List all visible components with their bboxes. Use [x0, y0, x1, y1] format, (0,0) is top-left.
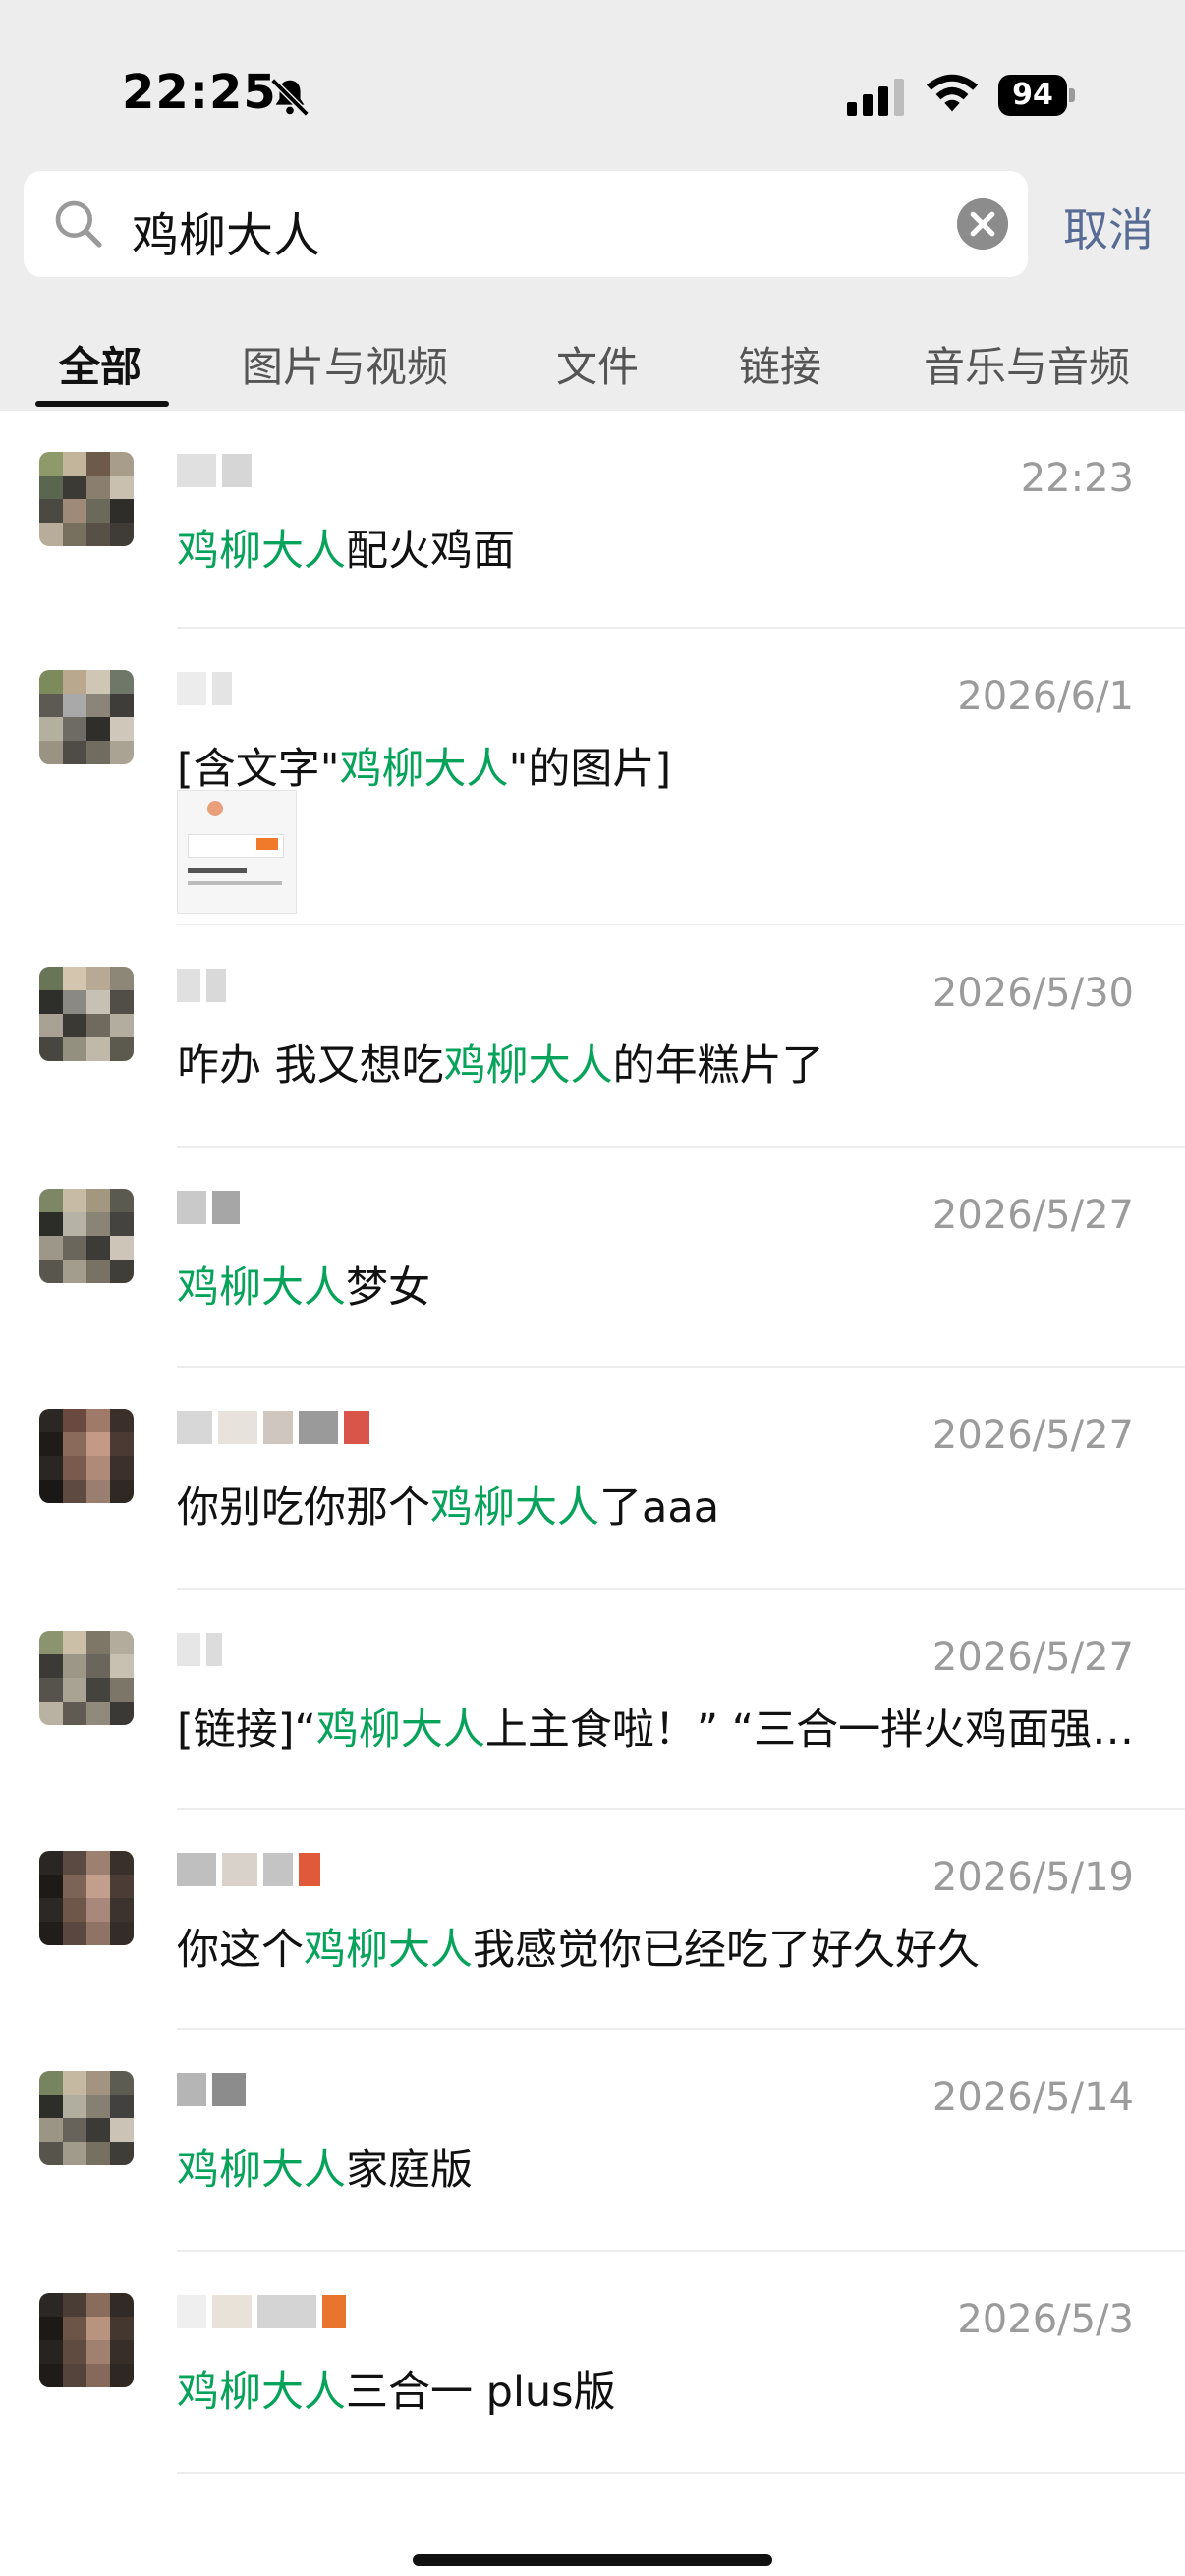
- message-text-before: [链接]“: [177, 1706, 316, 1755]
- list-item[interactable]: 2026/5/27 鸡柳大人梦女: [0, 1148, 1185, 1368]
- message-timestamp: 2026/5/14: [931, 2075, 1134, 2120]
- list-item[interactable]: 2026/5/27 [链接]“鸡柳大人上主食啦！” “三合一拌火鸡面强…: [0, 1590, 1185, 1810]
- message-timestamp: 22:23: [1020, 456, 1134, 501]
- avatar[interactable]: [39, 1409, 134, 1503]
- message-keyword-highlight: 鸡柳大人: [177, 1263, 346, 1313]
- message-keyword-highlight: 鸡柳大人: [304, 1926, 473, 1975]
- list-item[interactable]: 2026/5/14 鸡柳大人家庭版: [0, 2030, 1185, 2252]
- message-keyword-highlight: 鸡柳大人: [177, 2368, 346, 2417]
- tab-active-indicator: [35, 401, 169, 407]
- avatar[interactable]: [39, 452, 134, 546]
- battery-tip: [1069, 88, 1075, 102]
- message-timestamp: 2026/5/19: [931, 1855, 1134, 1900]
- message-snippet: 鸡柳大人家庭版: [177, 2136, 473, 2197]
- message-snippet: 你别吃你那个鸡柳大人了aaa: [177, 1474, 719, 1535]
- message-text-after: 家庭版: [346, 2146, 473, 2195]
- list-item[interactable]: 22:23 鸡柳大人配火鸡面: [0, 411, 1185, 629]
- message-text-before: 你别吃你那个: [177, 1484, 430, 1533]
- contact-name-blurred: [177, 2073, 246, 2106]
- message-snippet: 鸡柳大人配火鸡面: [177, 517, 515, 578]
- message-text-after: 三合一 plus版: [346, 2368, 616, 2417]
- contact-name-blurred: [177, 1853, 320, 1886]
- message-keyword-highlight: 鸡柳大人: [430, 1484, 599, 1533]
- message-timestamp: 2026/5/3: [957, 2297, 1134, 2342]
- message-snippet: 鸡柳大人梦女: [177, 1254, 430, 1315]
- avatar[interactable]: [39, 2293, 134, 2387]
- list-item[interactable]: 2026/5/3 鸡柳大人三合一 plus版: [0, 2252, 1185, 2474]
- bell-slash-icon: [270, 78, 310, 117]
- message-timestamp: 2026/5/27: [931, 1413, 1134, 1458]
- image-thumbnail[interactable]: [177, 790, 297, 914]
- message-text-after: 配火鸡面: [346, 527, 515, 576]
- message-snippet: 鸡柳大人三合一 plus版: [177, 2358, 616, 2419]
- battery-level: 94: [998, 75, 1067, 116]
- message-timestamp: 2026/5/27: [931, 1635, 1134, 1680]
- message-timestamp: 2026/5/27: [931, 1193, 1134, 1238]
- wifi-icon: [926, 74, 979, 112]
- message-timestamp: 2026/5/30: [931, 971, 1134, 1016]
- tab-all[interactable]: 全部: [59, 334, 141, 394]
- message-snippet: [链接]“鸡柳大人上主食啦！” “三合一拌火鸡面强…: [177, 1696, 1134, 1757]
- avatar[interactable]: [39, 1851, 134, 1945]
- list-item[interactable]: 2026/6/1 [含文字"鸡柳大人"的图片]: [0, 629, 1185, 925]
- tab-images-videos[interactable]: 图片与视频: [242, 334, 448, 394]
- cellular-signal-icon: [847, 79, 904, 116]
- contact-name-blurred: [177, 1191, 240, 1224]
- message-snippet: [含文字"鸡柳大人"的图片]: [177, 735, 671, 796]
- contact-name-blurred: [177, 1633, 222, 1666]
- message-keyword-highlight: 鸡柳大人: [339, 745, 509, 794]
- tab-files[interactable]: 文件: [556, 334, 639, 394]
- cancel-button[interactable]: 取消: [1063, 195, 1154, 259]
- search-input[interactable]: 鸡柳大人: [24, 171, 1028, 277]
- message-text-after: 的年糕片了: [612, 1041, 824, 1091]
- message-text-after: 梦女: [346, 1263, 430, 1313]
- message-snippet: 你这个鸡柳大人我感觉你已经吃了好久好久: [177, 1916, 980, 1977]
- contact-name-blurred: [177, 1411, 369, 1444]
- avatar[interactable]: [39, 1189, 134, 1283]
- divider: [177, 2472, 1185, 2474]
- message-text-before: 你这个: [177, 1926, 304, 1975]
- battery-icon: 94: [998, 75, 1075, 116]
- list-item[interactable]: 2026/5/27 你别吃你那个鸡柳大人了aaa: [0, 1368, 1185, 1590]
- status-time: 22:25: [122, 65, 277, 120]
- tab-links[interactable]: 链接: [739, 334, 821, 394]
- message-timestamp: 2026/6/1: [957, 674, 1134, 719]
- message-text-after: 我感觉你已经吃了好久好久: [473, 1926, 980, 1975]
- contact-name-blurred: [177, 454, 252, 487]
- avatar[interactable]: [39, 967, 134, 1061]
- message-keyword-highlight: 鸡柳大人: [443, 1041, 613, 1091]
- search-icon: [55, 200, 102, 248]
- tab-music-audio[interactable]: 音乐与音频: [924, 334, 1130, 394]
- message-text-after: 了aaa: [599, 1484, 720, 1533]
- message-keyword-highlight: 鸡柳大人: [177, 527, 346, 576]
- contact-name-blurred: [177, 672, 232, 705]
- message-text-before: [含文字": [177, 745, 340, 794]
- message-keyword-highlight: 鸡柳大人: [177, 2146, 346, 2195]
- contact-name-blurred: [177, 2295, 346, 2328]
- list-item[interactable]: 2026/5/30 咋办 我又想吃鸡柳大人的年糕片了: [0, 925, 1185, 1148]
- avatar[interactable]: [39, 1631, 134, 1725]
- contact-name-blurred: [177, 969, 226, 1002]
- message-text-after: "的图片]: [508, 745, 672, 794]
- message-text-before: 咋办 我又想吃: [177, 1041, 444, 1091]
- avatar[interactable]: [39, 670, 134, 764]
- message-snippet: 咋办 我又想吃鸡柳大人的年糕片了: [177, 1032, 824, 1092]
- avatar[interactable]: [39, 2071, 134, 2165]
- home-indicator[interactable]: [413, 2554, 772, 2566]
- list-item[interactable]: 2026/5/19 你这个鸡柳大人我感觉你已经吃了好久好久: [0, 1810, 1185, 2030]
- message-keyword-highlight: 鸡柳大人: [315, 1706, 485, 1755]
- clear-icon[interactable]: [957, 198, 1008, 250]
- message-text-after: 上主食啦！” “三合一拌火鸡面强…: [484, 1706, 1135, 1755]
- search-query[interactable]: 鸡柳大人: [132, 196, 320, 265]
